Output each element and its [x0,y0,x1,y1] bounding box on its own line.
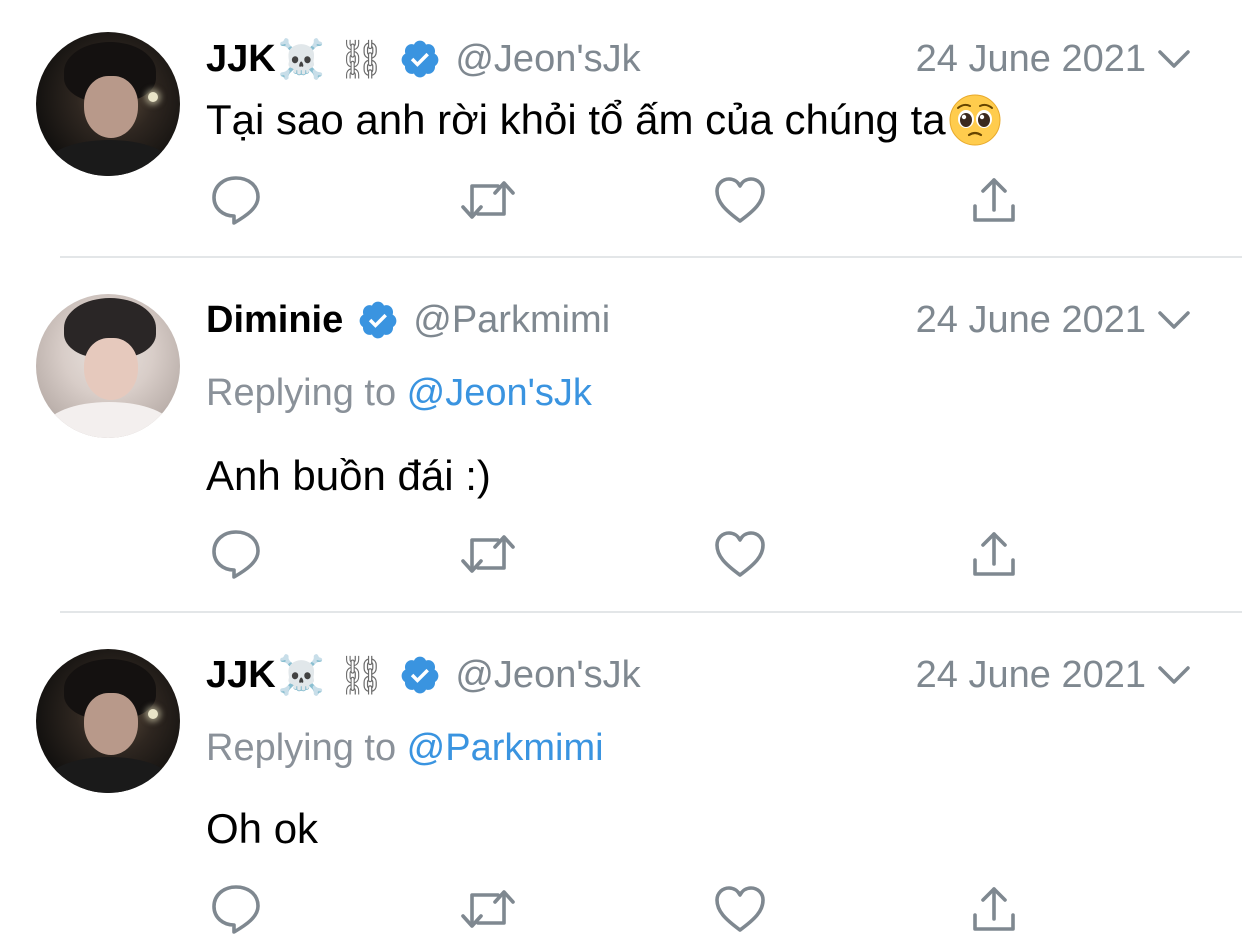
retweet-button[interactable] [458,879,518,939]
tweet-text-content: Anh buồn đái :) [206,452,491,499]
tweet-actions [0,524,1242,584]
reply-icon [212,530,260,579]
replying-to: Replying to @Jeon'sJk [206,372,592,415]
reply-button[interactable] [206,170,266,230]
replying-to-label: Replying to [206,372,407,414]
tweet-actions [0,170,1242,230]
heart-icon [715,886,765,932]
tweet-text: Oh ok [206,801,318,857]
tweet-1[interactable]: JJK ☠️ ⛓ @Jeon'sJk 24 June 2021 Tại sao … [0,0,1242,256]
retweet-icon [461,535,515,573]
tweet-2[interactable]: Diminie @Parkmimi 24 June 2021 Replying … [0,258,1242,610]
avatar-shirt [46,402,172,438]
share-button[interactable] [964,879,1024,939]
like-button[interactable] [710,879,770,939]
display-name[interactable]: Diminie [206,299,343,342]
handle[interactable]: @Jeon'sJk [455,38,640,81]
verified-badge-icon [401,40,439,78]
chevron-down-icon[interactable] [1154,34,1194,84]
avatar-light [148,92,158,102]
avatar-shirt [46,757,172,793]
replying-to-label: Replying to [206,727,407,769]
verified-badge-icon [359,301,397,339]
share-button[interactable] [964,170,1024,230]
avatar[interactable] [36,649,180,793]
display-name[interactable]: JJK [206,38,276,81]
avatar-face [84,693,138,755]
chevron-down-icon[interactable] [1154,650,1194,700]
tweet-3[interactable]: JJK ☠️ ⛓ @Jeon'sJk 24 June 2021 Replying… [0,613,1242,948]
share-button[interactable] [964,524,1024,584]
name-decoration: ☠️ ⛓ [277,36,386,81]
retweet-button[interactable] [458,524,518,584]
handle[interactable]: @Jeon'sJk [455,654,640,697]
avatar-face [84,338,138,400]
heart-icon [715,531,765,577]
retweet-icon [461,890,515,928]
handle[interactable]: @Parkmimi [413,299,610,342]
replying-to: Replying to @Parkmimi [206,727,604,770]
tweet-date[interactable]: 24 June 2021 [916,34,1146,84]
retweet-button[interactable] [458,170,518,230]
tweet-header: Diminie @Parkmimi [206,295,610,345]
tweet-date[interactable]: 24 June 2021 [916,295,1146,345]
tweet-header: JJK ☠️ ⛓ @Jeon'sJk [206,650,641,700]
tweet-actions [0,879,1242,939]
mention-link[interactable]: @Jeon'sJk [407,372,592,414]
avatar[interactable] [36,32,180,176]
retweet-icon [461,181,515,219]
avatar-light [148,709,158,719]
name-decoration: ☠️ ⛓ [277,652,386,697]
mention-link[interactable]: @Parkmimi [407,727,604,769]
chevron-down-icon[interactable] [1154,295,1194,345]
share-icon [973,178,1015,222]
tweet-text: Anh buồn đái :) [206,448,491,504]
avatar[interactable] [36,294,180,438]
tweet-date[interactable]: 24 June 2021 [916,650,1146,700]
heart-icon [715,177,765,223]
avatar-face [84,76,138,138]
display-name[interactable]: JJK [206,654,276,697]
share-icon [973,887,1015,931]
verified-badge-icon [401,656,439,694]
pleading-face-emoji-icon [949,94,1001,146]
tweet-text-content: Tại sao anh rời khỏi tổ ấm của chúng ta [206,96,946,143]
tweet-text-content: Oh ok [206,805,319,852]
like-button[interactable] [710,524,770,584]
reply-icon [212,176,260,225]
reply-button[interactable] [206,524,266,584]
reply-icon [212,885,260,934]
share-icon [973,532,1015,576]
tweet-text: Tại sao anh rời khỏi tổ ấm của chúng ta [206,92,1002,148]
reply-button[interactable] [206,879,266,939]
like-button[interactable] [710,170,770,230]
tweet-header: JJK ☠️ ⛓ @Jeon'sJk [206,34,641,84]
